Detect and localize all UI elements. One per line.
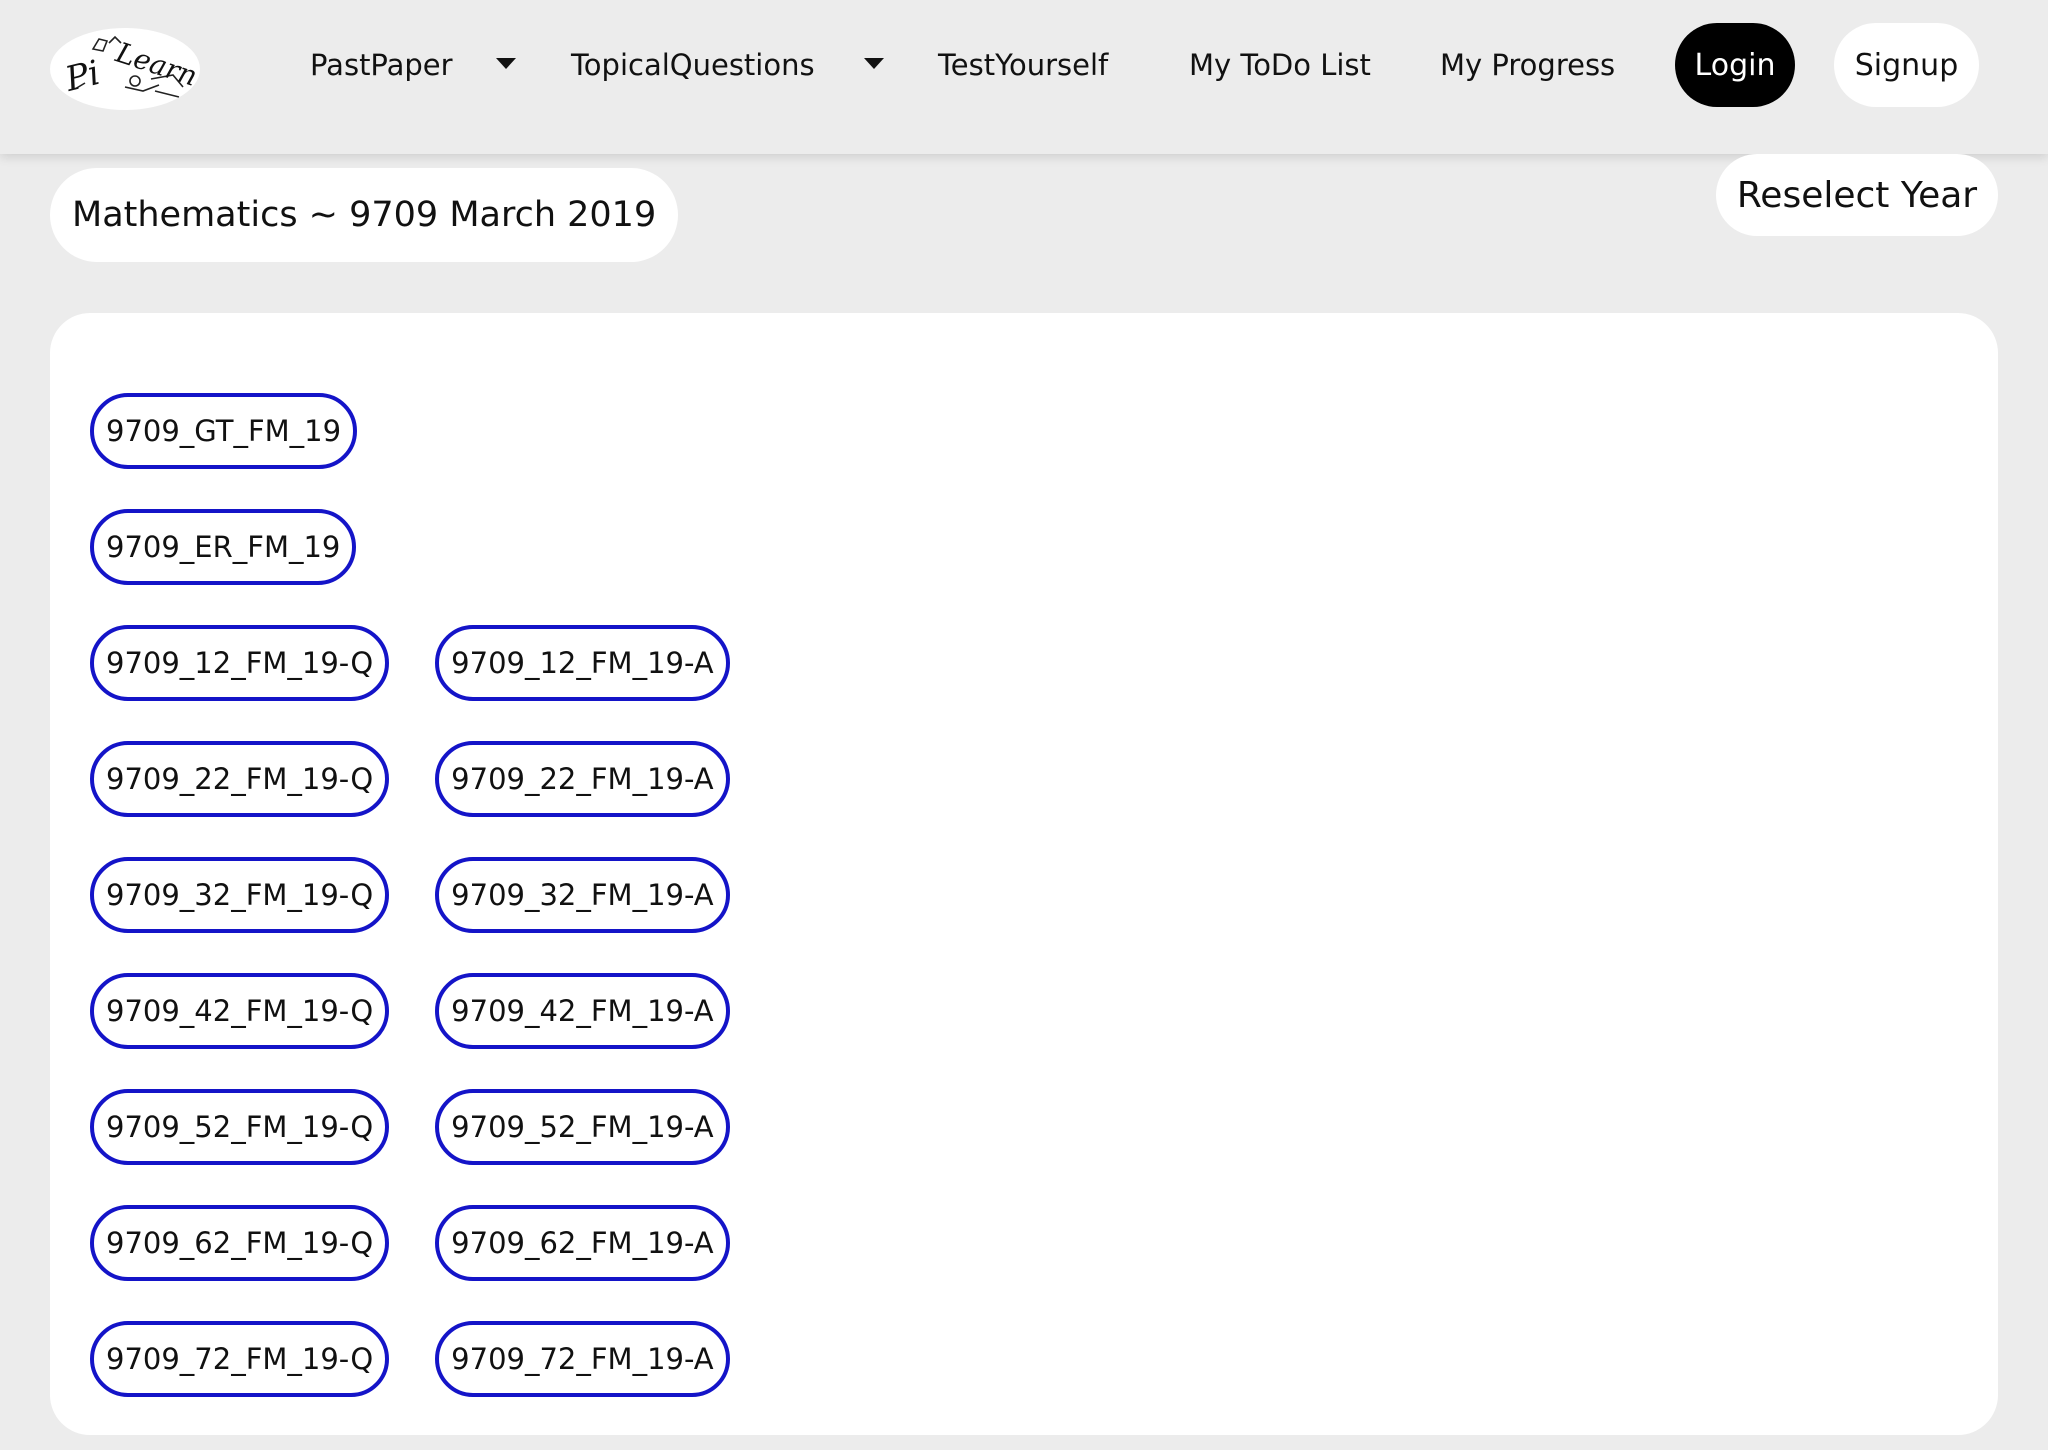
pastpaper-chevron-down-icon[interactable] [496,58,516,69]
answer-file-link[interactable]: 9709_52_FM_19-A [435,1089,730,1165]
answer-file-link[interactable]: 9709_22_FM_19-A [435,741,730,817]
question-file-link[interactable]: 9709_12_FM_19-Q [90,625,390,701]
file-link[interactable]: 9709_ER_FM_19 [90,509,357,585]
nav-todo-list[interactable]: My ToDo List [1189,44,1371,86]
topical-chevron-down-icon[interactable] [864,58,884,69]
file-row: 9709_GT_FM_19 [90,393,730,469]
nav-pastpaper[interactable]: PastPaper [310,44,453,86]
file-list: 9709_GT_FM_19 9709_ER_FM_19 9709_12_FM_19-… [90,393,730,1397]
page-title: Mathematics ~ 9709 March 2019 [50,168,679,262]
signup-button[interactable]: Signup [1834,23,1979,107]
file-list-panel: 9709_GT_FM_19 9709_ER_FM_19 9709_12_FM_19-… [50,313,1998,1435]
logo-image: Pi Learn [61,35,195,100]
nav-test-yourself[interactable]: TestYourself [938,44,1108,86]
answer-file-link[interactable]: 9709_12_FM_19-A [435,625,730,701]
svg-text:Pi: Pi [61,53,104,100]
question-file-link[interactable]: 9709_22_FM_19-Q [90,741,390,817]
question-file-link[interactable]: 9709_62_FM_19-Q [90,1205,390,1281]
site-logo[interactable]: Pi Learn [50,28,200,110]
answer-file-link[interactable]: 9709_62_FM_19-A [435,1205,730,1281]
file-row: 9709_22_FM_19-Q 9709_22_FM_19-A [90,741,730,817]
file-row: 9709_42_FM_19-Q 9709_42_FM_19-A [90,973,730,1049]
file-row: 9709_62_FM_19-Q 9709_62_FM_19-A [90,1205,730,1281]
nav-topical-questions[interactable]: TopicalQuestions [571,44,815,86]
top-navbar: Pi Learn PastPaper TopicalQuestions Test… [0,0,2048,154]
answer-file-link[interactable]: 9709_42_FM_19-A [435,973,730,1049]
question-file-link[interactable]: 9709_72_FM_19-Q [90,1321,390,1397]
nav-my-progress[interactable]: My Progress [1440,44,1615,86]
file-link[interactable]: 9709_GT_FM_19 [90,393,358,469]
answer-file-link[interactable]: 9709_32_FM_19-A [435,857,730,933]
file-row: 9709_ER_FM_19 [90,509,730,585]
question-file-link[interactable]: 9709_32_FM_19-Q [90,857,390,933]
question-file-link[interactable]: 9709_42_FM_19-Q [90,973,390,1049]
file-row: 9709_72_FM_19-Q 9709_72_FM_19-A [90,1321,730,1397]
reselect-year-button[interactable]: Reselect Year [1716,154,1998,236]
file-row: 9709_52_FM_19-Q 9709_52_FM_19-A [90,1089,730,1165]
file-row: 9709_32_FM_19-Q 9709_32_FM_19-A [90,857,730,933]
answer-file-link[interactable]: 9709_72_FM_19-A [435,1321,730,1397]
question-file-link[interactable]: 9709_52_FM_19-Q [90,1089,390,1165]
login-button[interactable]: Login [1675,23,1795,107]
svg-text:Learn: Learn [111,35,195,92]
file-row: 9709_12_FM_19-Q 9709_12_FM_19-A [90,625,730,701]
